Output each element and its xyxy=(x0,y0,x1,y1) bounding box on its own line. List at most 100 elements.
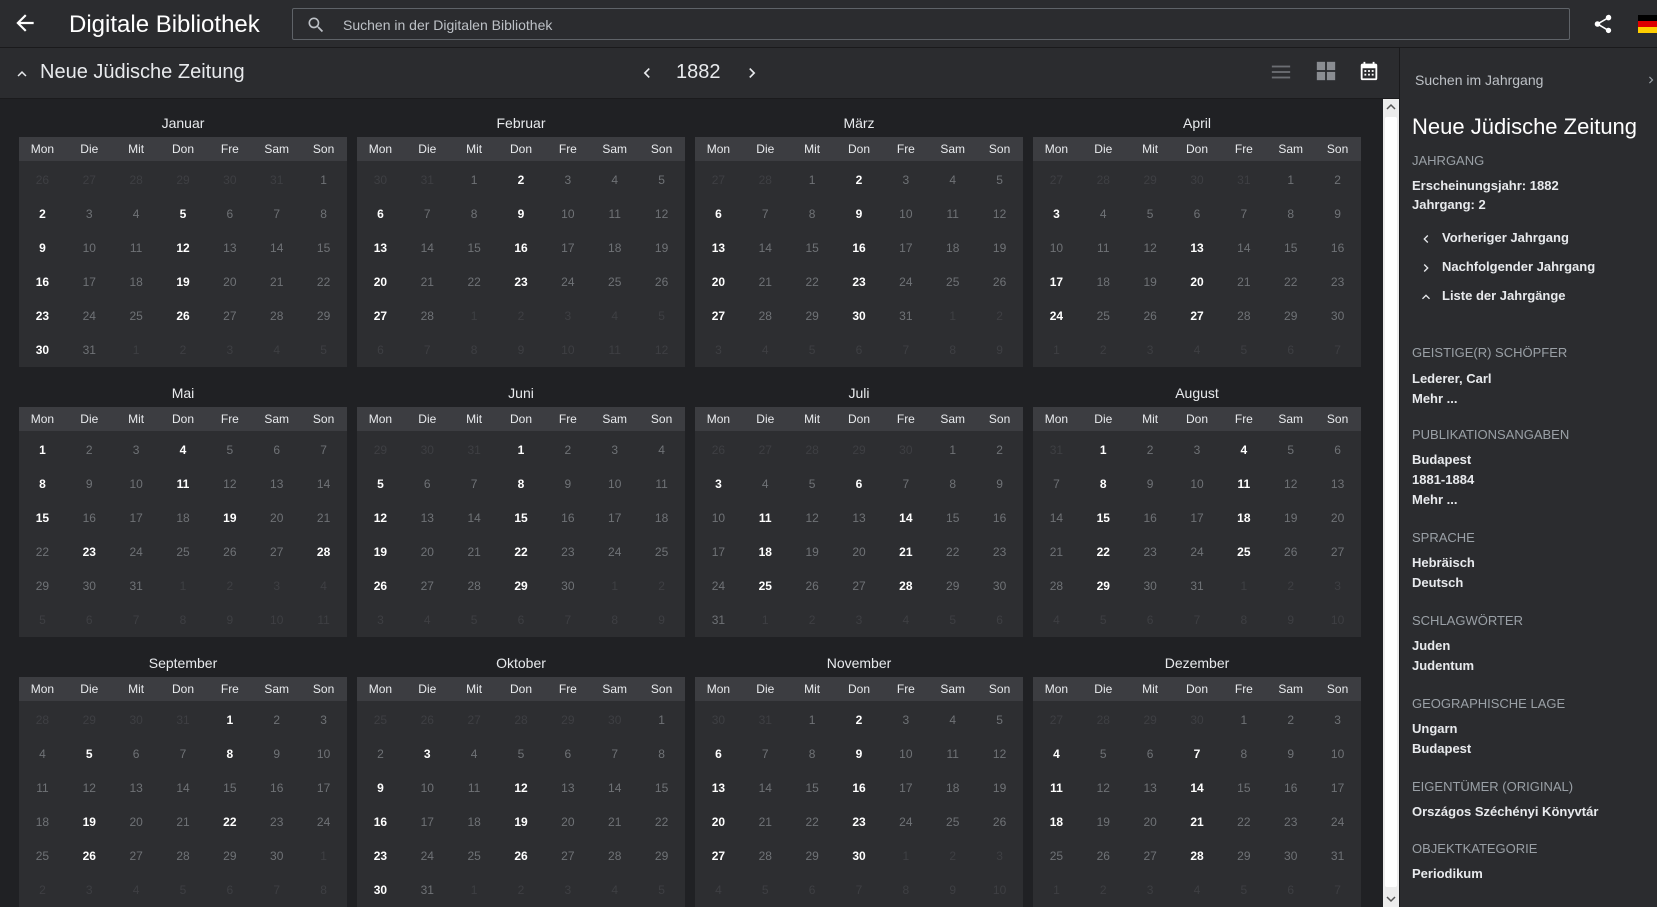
issue-day[interactable]: 13 xyxy=(1174,231,1221,265)
issue-day[interactable]: 14 xyxy=(1174,771,1221,805)
issue-day[interactable]: 19 xyxy=(206,501,253,535)
issue-day[interactable]: 5 xyxy=(160,197,207,231)
issue-day[interactable]: 8 xyxy=(498,467,545,501)
issue-day[interactable]: 26 xyxy=(160,299,207,333)
issue-day[interactable]: 30 xyxy=(836,839,883,873)
issue-day[interactable]: 4 xyxy=(1220,433,1267,467)
search-box[interactable] xyxy=(292,8,1570,40)
issue-day[interactable]: 6 xyxy=(357,197,404,231)
issue-day[interactable]: 23 xyxy=(836,265,883,299)
issue-day[interactable]: 1 xyxy=(1080,433,1127,467)
issue-day[interactable]: 13 xyxy=(695,771,742,805)
issue-day[interactable]: 27 xyxy=(695,299,742,333)
issue-day[interactable]: 3 xyxy=(1033,197,1080,231)
issue-day[interactable]: 13 xyxy=(695,231,742,265)
issue-day[interactable]: 16 xyxy=(19,265,66,299)
issue-day[interactable]: 8 xyxy=(206,737,253,771)
flag-de-icon[interactable] xyxy=(1638,15,1657,33)
issue-day[interactable]: 1 xyxy=(206,703,253,737)
issue-day[interactable]: 3 xyxy=(404,737,451,771)
issue-day[interactable]: 9 xyxy=(19,231,66,265)
issue-day[interactable]: 12 xyxy=(160,231,207,265)
publication-more-link[interactable]: Mehr ... xyxy=(1412,492,1458,507)
issue-day[interactable]: 23 xyxy=(19,299,66,333)
creator-more-link[interactable]: Mehr ... xyxy=(1412,391,1458,406)
issue-day[interactable]: 2 xyxy=(498,163,545,197)
issue-day[interactable]: 1 xyxy=(498,433,545,467)
issue-day[interactable]: 22 xyxy=(206,805,253,839)
chevron-left-icon[interactable] xyxy=(637,62,657,84)
issue-day[interactable]: 8 xyxy=(19,467,66,501)
issue-day[interactable]: 26 xyxy=(66,839,113,873)
issue-day[interactable]: 19 xyxy=(357,535,404,569)
issue-day[interactable]: 11 xyxy=(1220,467,1267,501)
issue-day[interactable]: 1 xyxy=(19,433,66,467)
issue-day[interactable]: 30 xyxy=(836,299,883,333)
issue-day[interactable]: 29 xyxy=(498,569,545,603)
list-view-icon[interactable] xyxy=(1270,61,1292,83)
issue-day[interactable]: 26 xyxy=(357,569,404,603)
issue-day[interactable]: 28 xyxy=(1174,839,1221,873)
issue-day[interactable]: 17 xyxy=(1033,265,1080,299)
issue-day[interactable]: 2 xyxy=(836,703,883,737)
chevron-right-icon[interactable] xyxy=(742,62,762,84)
issue-day[interactable]: 25 xyxy=(1220,535,1267,569)
issue-day[interactable]: 11 xyxy=(1033,771,1080,805)
issue-day[interactable]: 3 xyxy=(695,467,742,501)
grid-view-icon[interactable] xyxy=(1315,60,1337,82)
issue-day[interactable]: 11 xyxy=(742,501,789,535)
issue-day[interactable]: 16 xyxy=(836,771,883,805)
issue-day[interactable]: 14 xyxy=(882,501,929,535)
issue-day[interactable]: 5 xyxy=(66,737,113,771)
year-search-input[interactable]: Suchen im Jahrgang xyxy=(1415,72,1543,88)
issue-day[interactable]: 28 xyxy=(882,569,929,603)
issue-day[interactable]: 30 xyxy=(357,873,404,907)
close-icon[interactable] xyxy=(1644,72,1657,88)
issue-day[interactable]: 15 xyxy=(19,501,66,535)
issue-day[interactable]: 19 xyxy=(160,265,207,299)
issue-day[interactable]: 30 xyxy=(19,333,66,367)
chevron-up-icon[interactable] xyxy=(13,65,31,83)
scroll-up-icon[interactable] xyxy=(1383,99,1399,115)
issue-day[interactable]: 25 xyxy=(742,569,789,603)
issue-day[interactable]: 5 xyxy=(357,467,404,501)
issue-day[interactable]: 6 xyxy=(836,467,883,501)
issue-day[interactable]: 4 xyxy=(1033,737,1080,771)
issue-day[interactable]: 18 xyxy=(1220,501,1267,535)
issue-day[interactable]: 16 xyxy=(357,805,404,839)
issue-day[interactable]: 11 xyxy=(160,467,207,501)
issue-day[interactable]: 7 xyxy=(1174,737,1221,771)
issue-day[interactable]: 16 xyxy=(836,231,883,265)
issue-day[interactable]: 2 xyxy=(19,197,66,231)
scrollbar[interactable] xyxy=(1383,99,1399,907)
issue-day[interactable]: 4 xyxy=(160,433,207,467)
issue-day[interactable]: 15 xyxy=(498,501,545,535)
issue-day[interactable]: 9 xyxy=(357,771,404,805)
issue-day[interactable]: 27 xyxy=(695,839,742,873)
issue-day[interactable]: 24 xyxy=(1033,299,1080,333)
issue-day[interactable]: 23 xyxy=(498,265,545,299)
issue-day[interactable]: 9 xyxy=(836,197,883,231)
scroll-down-icon[interactable] xyxy=(1383,891,1399,907)
issue-day[interactable]: 23 xyxy=(357,839,404,873)
issue-day[interactable]: 19 xyxy=(498,805,545,839)
issue-day[interactable]: 13 xyxy=(357,231,404,265)
share-icon[interactable] xyxy=(1592,12,1614,36)
issue-day[interactable]: 9 xyxy=(498,197,545,231)
issue-day[interactable]: 20 xyxy=(695,265,742,299)
issue-day[interactable]: 29 xyxy=(1080,569,1127,603)
issue-day[interactable]: 15 xyxy=(1080,501,1127,535)
search-input[interactable] xyxy=(341,10,1545,40)
issue-day[interactable]: 26 xyxy=(498,839,545,873)
issue-day[interactable]: 23 xyxy=(66,535,113,569)
issue-day[interactable]: 20 xyxy=(1174,265,1221,299)
issue-day[interactable]: 8 xyxy=(1080,467,1127,501)
issue-day[interactable]: 27 xyxy=(1174,299,1221,333)
arrow-back-icon[interactable] xyxy=(12,10,38,36)
issue-day[interactable]: 20 xyxy=(695,805,742,839)
issue-day[interactable]: 23 xyxy=(836,805,883,839)
issue-day[interactable]: 16 xyxy=(498,231,545,265)
issue-day[interactable]: 22 xyxy=(1080,535,1127,569)
issue-day[interactable]: 22 xyxy=(498,535,545,569)
issue-day[interactable]: 9 xyxy=(836,737,883,771)
